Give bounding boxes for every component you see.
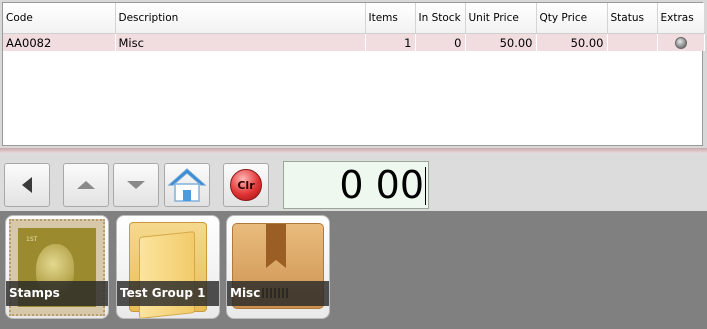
clear-icon: Clr [230, 169, 262, 201]
column-header-status[interactable]: Status [607, 3, 658, 34]
cell-items[interactable]: 1 [365, 33, 416, 51]
cell-status[interactable] [607, 33, 658, 51]
amount-value: 0 00 [339, 163, 424, 207]
table-row[interactable]: AA0082 Misc 1 0 50.00 50.00 [3, 33, 705, 51]
column-header-qty-price[interactable]: Qty Price [536, 3, 608, 34]
column-header-description[interactable]: Description [115, 3, 366, 34]
category-label: Stamps [6, 281, 108, 306]
column-header-unit-price[interactable]: Unit Price [465, 3, 537, 34]
category-tile-stamps[interactable]: 1ST Stamps [5, 215, 109, 319]
home-icon [167, 168, 207, 202]
cell-description[interactable]: Misc [115, 33, 366, 51]
column-header-extras[interactable]: Extras [657, 3, 704, 34]
column-header-items[interactable]: Items [365, 3, 416, 34]
category-panel: 1ST Stamps Test Group 1 Misc [0, 211, 707, 329]
home-button[interactable] [164, 163, 210, 207]
items-table: Code Description Items In Stock Unit Pri… [2, 2, 705, 146]
down-arrow-icon [127, 181, 145, 189]
cell-unit-price[interactable]: 50.00 [465, 33, 537, 51]
left-arrow-icon [22, 177, 32, 193]
back-button[interactable] [4, 163, 50, 207]
up-arrow-icon [77, 181, 95, 189]
amount-display[interactable]: 0 00 [283, 161, 429, 209]
column-header-code[interactable]: Code [3, 3, 116, 34]
scroll-down-button[interactable] [113, 163, 159, 207]
cell-extras[interactable] [657, 33, 705, 51]
scroll-up-button[interactable] [63, 163, 109, 207]
category-tile-test-group-1[interactable]: Test Group 1 [116, 215, 220, 319]
cell-in-stock[interactable]: 0 [415, 33, 466, 51]
category-label: Test Group 1 [117, 281, 219, 306]
toolbar: Clr 0 00 [0, 153, 707, 211]
category-label: Misc [227, 281, 329, 306]
gear-icon[interactable] [674, 37, 687, 49]
category-tile-misc[interactable]: Misc [226, 215, 330, 319]
cell-qty-price[interactable]: 50.00 [536, 33, 608, 51]
cell-code[interactable]: AA0082 [3, 33, 116, 51]
table-header-row: Code Description Items In Stock Unit Pri… [3, 3, 704, 34]
column-header-in-stock[interactable]: In Stock [415, 3, 466, 34]
clear-button[interactable]: Clr [223, 163, 269, 207]
text-cursor [425, 167, 426, 205]
